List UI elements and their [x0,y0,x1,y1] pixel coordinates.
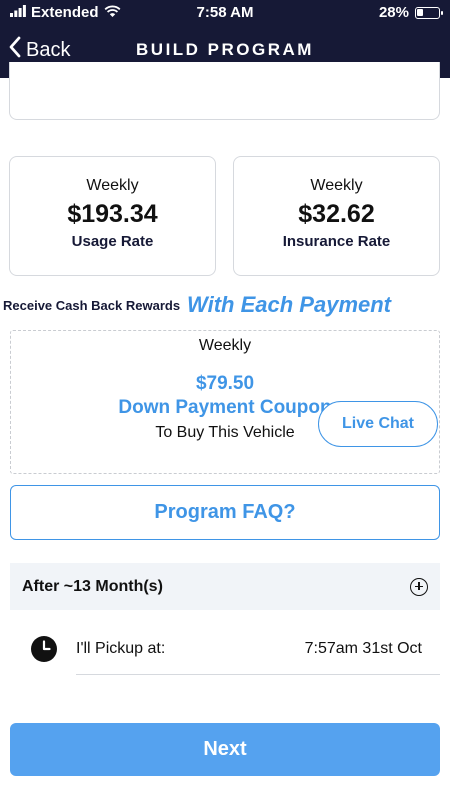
battery-icon [415,6,443,19]
live-chat-button[interactable]: Live Chat [318,401,438,447]
down-payment-period: Weekly [198,337,252,354]
battery-percent: 28% [378,4,409,21]
down-payment-amount: $79.50 [195,373,255,394]
clock-icon [30,635,58,668]
rewards-line: Receive Cash Back Rewards With Each Paym… [3,292,450,318]
divider [76,674,440,675]
battery-fill [417,8,423,16]
next-button[interactable]: Next [10,723,440,776]
insurance-label: Insurance Rate [282,233,391,250]
insurance-rate-card: Weekly $32.62 Insurance Rate [233,156,440,276]
usage-label: Usage Rate [71,233,154,250]
pickup-value: 7:57am 31st Oct [304,640,422,657]
usage-period: Weekly [86,177,139,194]
usage-rate-card: Weekly $193.34 Usage Rate [9,156,216,276]
rewards-emphasis: With Each Payment [187,292,392,317]
page-title: BUILD PROGRAM [136,40,314,59]
insurance-period: Weekly [310,177,363,194]
pickup-row[interactable]: I'll Pickup at: 7:57am 31st Oct [0,625,450,675]
after-months-section[interactable]: After ~13 Month(s) [10,563,440,610]
pickup-label: I'll Pickup at: [76,640,166,657]
program-faq-button[interactable]: Program FAQ? [10,485,440,540]
rewards-text: Receive Cash Back Rewards [3,297,181,313]
insurance-amount: $32.62 [298,200,375,228]
plus-circle-icon[interactable] [410,577,428,596]
status-right: 28% [378,4,443,21]
top-card [9,62,440,120]
usage-amount: $193.34 [67,200,158,228]
after-months-label: After ~13 Month(s) [22,577,163,595]
status-bar: Extended 7:58 AM 28% [0,0,450,26]
